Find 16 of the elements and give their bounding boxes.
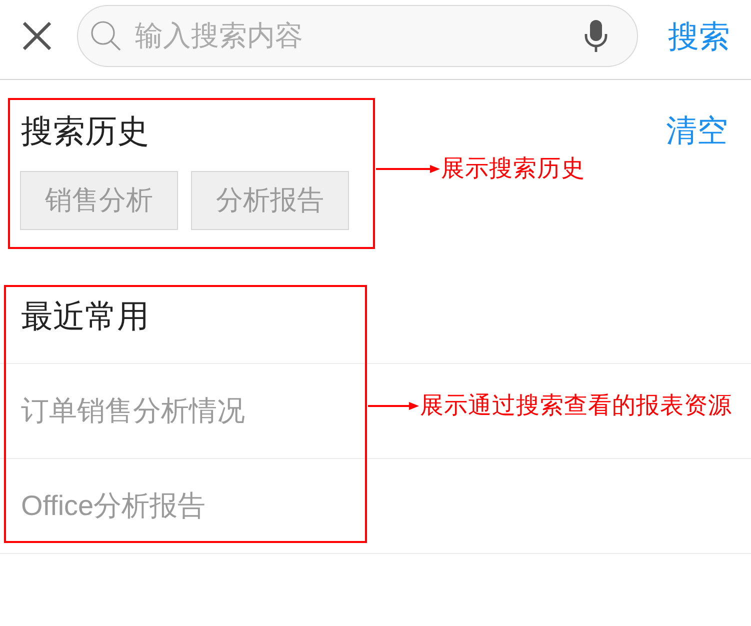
arrow-icon — [376, 164, 440, 174]
search-input[interactable]: 输入搜索内容 — [135, 15, 576, 57]
search-icon — [90, 20, 122, 52]
arrow-icon — [368, 401, 419, 411]
history-tag[interactable]: 分析报告 — [191, 171, 349, 230]
search-button[interactable]: 搜索 — [668, 20, 730, 52]
search-bar[interactable]: 输入搜索内容 — [77, 5, 638, 67]
section-title: 最近常用 — [21, 298, 149, 334]
clear-button[interactable]: 清空 — [666, 115, 728, 146]
section-title: 搜索历史 — [21, 115, 149, 147]
microphone-icon[interactable] — [584, 20, 608, 52]
annotation-text: 展示搜索历史 — [441, 157, 585, 180]
recent-item[interactable]: Office分析报告 — [0, 459, 751, 554]
annotation-text: 展示通过搜索查看的报表资源 — [420, 394, 732, 418]
history-tag[interactable]: 销售分析 — [20, 171, 178, 230]
close-icon[interactable] — [22, 21, 52, 51]
